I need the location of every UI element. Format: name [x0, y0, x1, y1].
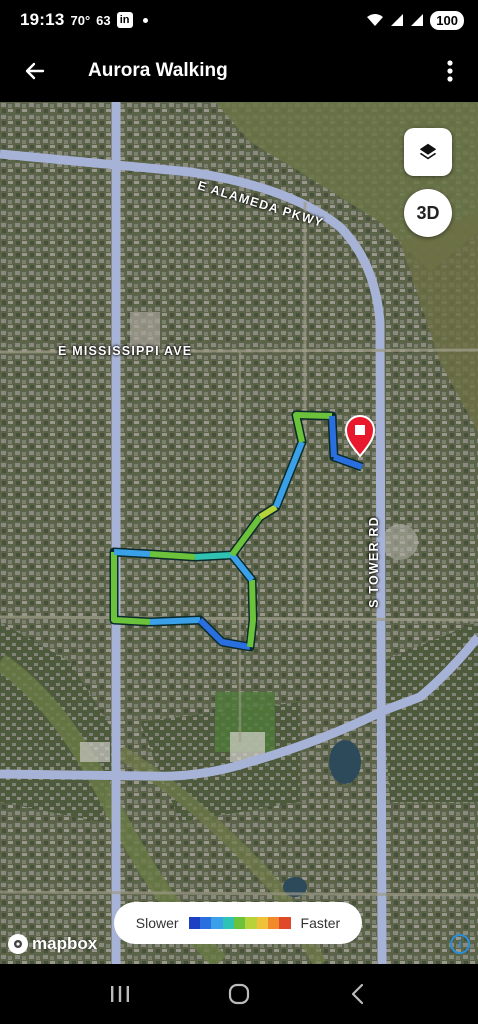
status-aqi: 63: [96, 12, 111, 28]
page-title: Aurora Walking: [88, 60, 228, 81]
notification-dot-icon: [142, 17, 148, 23]
legend-swatch-3: [222, 917, 234, 929]
legend-swatch-8: [279, 917, 291, 929]
legend-swatch-7: [267, 917, 280, 929]
road-label-mississippi: E MISSISSIPPI AVE: [58, 344, 193, 358]
map-layers-button[interactable]: [404, 128, 452, 176]
legend-color-bar: [188, 917, 291, 929]
layers-icon: [419, 143, 437, 160]
arrow-left-icon: [25, 62, 45, 80]
system-back-button[interactable]: [328, 964, 388, 1024]
three-d-toggle-button[interactable]: 3D: [404, 189, 452, 237]
back-button[interactable]: [0, 40, 70, 102]
map-view[interactable]: E ALAMEDA PKWY E MISSISSIPPI AVE S TOWER…: [0, 102, 478, 964]
mapbox-logo[interactable]: mapbox: [8, 934, 97, 954]
status-time: 19:13: [20, 10, 65, 29]
signal-icon: [391, 14, 404, 26]
road-label-tower: S TOWER RD: [366, 516, 381, 608]
back-icon: [352, 983, 364, 1005]
status-temperature: 70°: [70, 12, 91, 28]
home-button[interactable]: [209, 964, 269, 1024]
satellite-map: [0, 102, 478, 964]
legend-faster-label: Faster: [300, 915, 341, 931]
legend-swatch-0: [188, 917, 200, 929]
wifi-icon: [367, 14, 384, 26]
legend-swatch-4: [233, 917, 246, 929]
legend-swatch-2: [211, 917, 223, 929]
battery-indicator: 100: [430, 10, 464, 30]
legend-slower-label: Slower: [135, 915, 179, 931]
mapbox-logo-icon: [8, 934, 28, 954]
speed-legend: Slower Faster: [114, 902, 362, 944]
mapbox-logo-text: mapbox: [32, 934, 98, 953]
recents-button[interactable]: [90, 964, 150, 1024]
status-bar: 19:13 70° 63 in 100: [0, 0, 478, 40]
legend-swatch-6: [256, 917, 268, 929]
more-vert-icon: [447, 60, 453, 82]
legend-swatch-1: [199, 917, 212, 929]
recents-icon: [110, 986, 129, 1002]
signal-icon-2: [411, 14, 424, 26]
legend-swatch-5: [245, 917, 257, 929]
app-bar: Aurora Walking: [0, 40, 478, 102]
more-options-button[interactable]: [422, 40, 478, 102]
system-nav-bar: [0, 964, 478, 1024]
linkedin-icon: in: [116, 12, 133, 28]
attribution-info-icon[interactable]: i: [450, 934, 470, 954]
home-icon: [228, 983, 250, 1005]
